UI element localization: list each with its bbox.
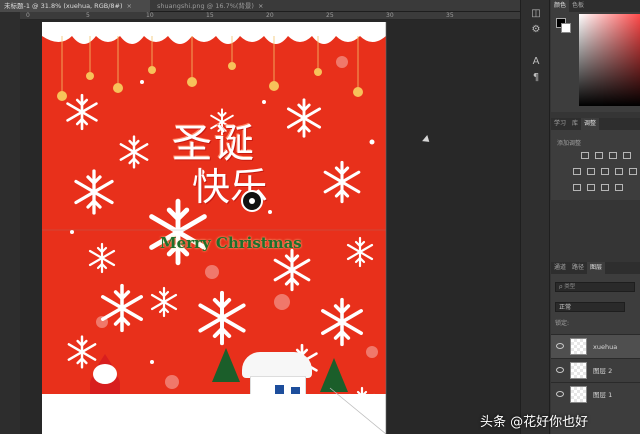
layer-name: 图层 1 — [593, 391, 613, 399]
curves-icon[interactable] — [609, 152, 617, 159]
ruler-tick: 5 — [86, 12, 90, 19]
tab-label: shuangshi.png @ 16.7%(背景) — [157, 2, 254, 10]
watermark-text: 头条 @花好你也好 — [480, 415, 589, 430]
posterize-icon[interactable] — [587, 184, 595, 191]
color-balance-icon[interactable] — [601, 168, 609, 175]
christmas-tree-icon — [212, 348, 240, 382]
eye-icon[interactable] — [556, 343, 564, 349]
threshold-icon[interactable] — [601, 184, 609, 191]
tab-swatches[interactable]: 色板 — [569, 0, 587, 12]
color-panel-tabs: 颜色 色板 — [551, 0, 640, 12]
exposure-icon[interactable] — [623, 152, 631, 159]
layer-thumbnail — [570, 386, 587, 403]
christmas-poster-canvas[interactable]: 圣诞 快乐 Merry Christmas — [42, 22, 386, 434]
background-color-swatch[interactable] — [561, 23, 571, 33]
character-icon[interactable]: A — [530, 56, 542, 68]
canvas-area[interactable]: 圣诞 快乐 Merry Christmas — [20, 20, 520, 434]
color-panel: 颜色 色板 — [551, 0, 640, 112]
horizontal-ruler: 0 5 10 15 20 25 30 35 — [20, 12, 520, 20]
color-picker-field[interactable] — [579, 14, 640, 106]
tab-channels[interactable]: 通道 — [551, 262, 569, 274]
layer-name: xuehua — [593, 343, 618, 351]
vibrance-icon[interactable] — [573, 168, 581, 175]
merry-christmas-text: Merry Christmas — [160, 234, 302, 252]
tab-color[interactable]: 颜色 — [551, 0, 570, 12]
ruler-tick: 0 — [26, 12, 30, 19]
tab-shuangshi[interactable]: shuangshi.png @ 16.7%(背景) × — [153, 0, 313, 12]
adjustments-panel-tabs: 学习库调整 — [551, 118, 640, 130]
close-icon[interactable]: × — [127, 2, 132, 10]
brightness-icon[interactable] — [581, 152, 589, 159]
ruler-tick: 10 — [146, 12, 154, 19]
close-icon[interactable]: × — [258, 2, 263, 10]
layer-filter-input[interactable]: ρ 类型 — [555, 282, 635, 292]
layer-thumbnail — [570, 362, 587, 379]
black-white-icon[interactable] — [615, 168, 623, 175]
collapsed-panel-strip: ◫ ⚙ A ¶ — [520, 0, 550, 434]
layer-row-xuehua[interactable]: xuehua — [551, 334, 640, 358]
adjustments-panel: 学习库调整 添加调整 — [551, 118, 640, 200]
eye-icon[interactable] — [556, 391, 564, 397]
santa-beard — [93, 364, 117, 384]
tab-label: 未标题-1 @ 31.8% (xuehua, RGB/8#) — [4, 2, 123, 10]
ruler-tick: 30 — [386, 12, 394, 19]
ruler-tick: 35 — [446, 12, 454, 19]
tab-paths[interactable]: 路径 — [569, 262, 587, 274]
adjust-icon[interactable]: ⚙ — [530, 24, 542, 36]
layers-panel-tabs: 通道 路径 图层 — [551, 262, 640, 274]
ruler-tick: 15 — [206, 12, 214, 19]
snow-ground — [42, 394, 386, 434]
photo-filter-icon[interactable] — [629, 168, 637, 175]
chinese-title-line-1: 圣诞 — [172, 121, 256, 167]
blend-mode-select[interactable]: 正常 — [555, 302, 625, 312]
vertical-ruler — [0, 12, 20, 434]
eye-icon[interactable] — [556, 367, 564, 373]
layer-row-layer-1[interactable]: 图层 1 — [551, 382, 640, 406]
layers-panel: 通道 路径 图层 ρ 类型 正常 锁定: xuehua 图层 2 图层 1 — [551, 262, 640, 434]
tab-adjustments[interactable]: 调整 — [581, 118, 600, 130]
paragraph-icon[interactable]: ¶ — [530, 72, 542, 84]
levels-icon[interactable] — [595, 152, 603, 159]
tab-untitled-1[interactable]: 未标题-1 @ 31.8% (xuehua, RGB/8#) × — [0, 0, 150, 12]
tab-layers[interactable]: 图层 — [587, 262, 606, 274]
tab-learn[interactable]: 学习 — [551, 118, 569, 130]
photoshop-window: 未标题-1 @ 31.8% (xuehua, RGB/8#) × shuangsh… — [0, 0, 640, 434]
ruler-tick: 25 — [326, 12, 334, 19]
tab-library[interactable]: 库 — [569, 118, 581, 130]
ruler-tick: 20 — [266, 12, 274, 19]
house-roof — [242, 352, 312, 378]
christmas-tree-icon — [320, 358, 348, 392]
layer-name: 图层 2 — [593, 367, 613, 375]
layer-thumbnail — [570, 338, 587, 355]
history-icon[interactable]: ◫ — [530, 8, 542, 20]
title-artwork: 圣诞 快乐 — [162, 122, 322, 242]
document-tab-bar: 未标题-1 @ 31.8% (xuehua, RGB/8#) × shuangsh… — [0, 0, 520, 12]
selective-color-icon[interactable] — [615, 184, 623, 191]
lock-label: 锁定: — [555, 320, 570, 327]
brush-cursor-icon — [241, 190, 263, 212]
hue-saturation-icon[interactable] — [587, 168, 595, 175]
add-adjustment-label: 添加调整 — [557, 140, 582, 147]
layer-row-layer-2[interactable]: 图层 2 — [551, 358, 640, 382]
invert-icon[interactable] — [573, 184, 581, 191]
